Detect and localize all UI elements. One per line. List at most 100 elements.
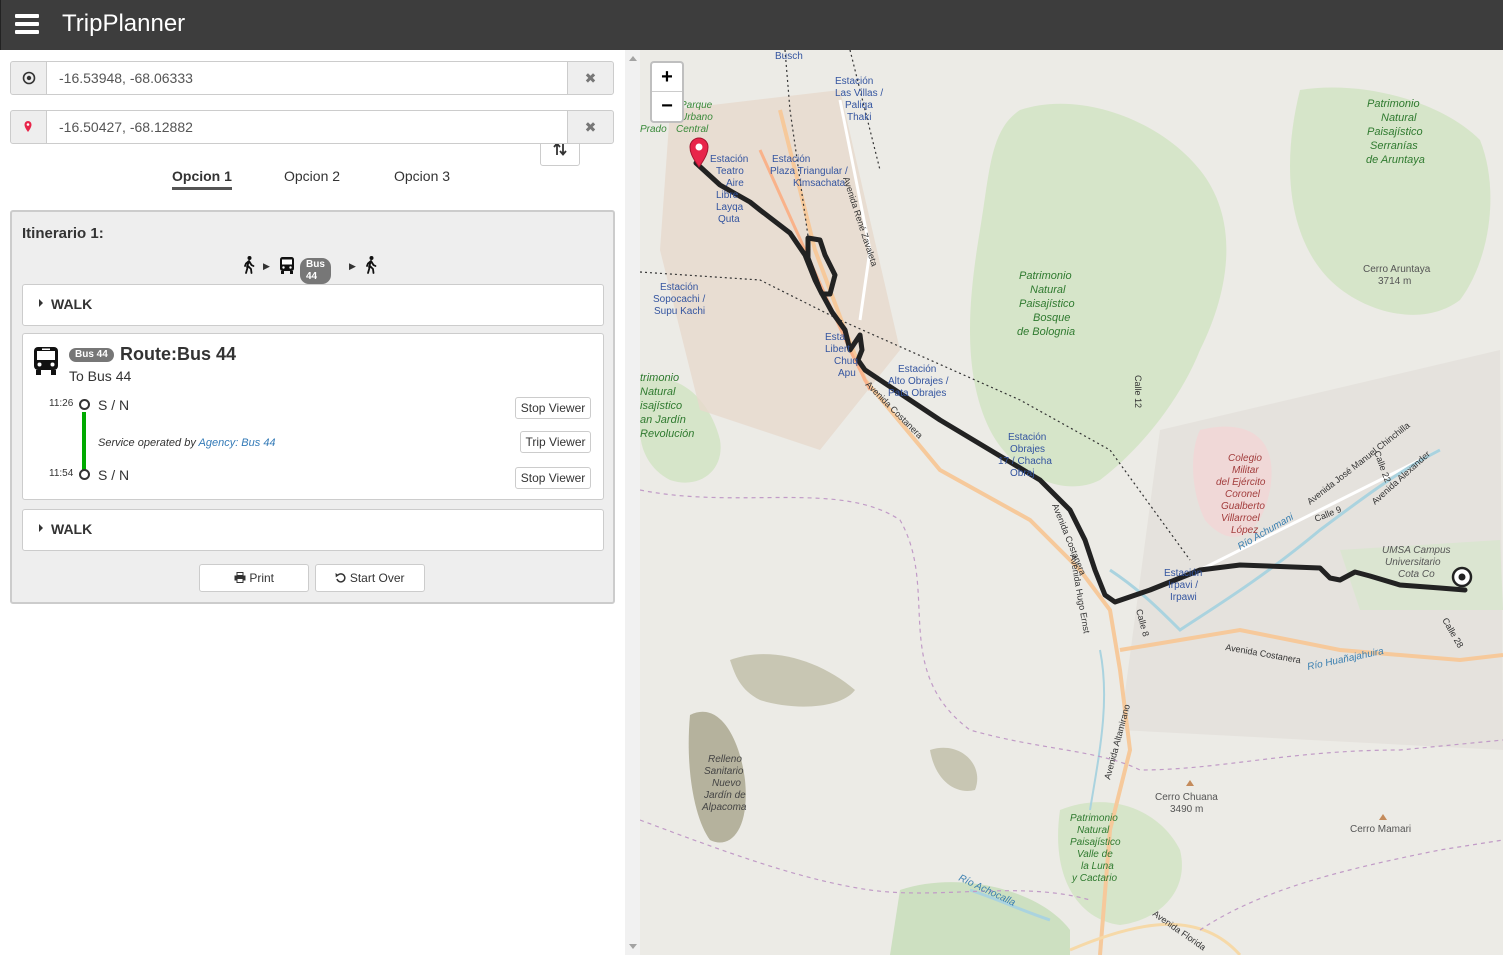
print-button[interactable]: Print (199, 564, 309, 592)
map-label: Estación (710, 154, 748, 165)
map-label: Natural (640, 386, 676, 398)
walk-leg-1[interactable]: WALK (22, 284, 604, 326)
departure-time: 11:26 (49, 398, 74, 409)
map-label: Universitario (1385, 557, 1441, 568)
caret-right-icon (39, 299, 43, 307)
clear-destination-button[interactable]: ✖ (567, 110, 614, 144)
itinerary-panel: Itinerario 1: ▶ Bus 44 ▶ WALK Bus 44 Rou… (10, 210, 615, 604)
map-label: Coronel (1225, 489, 1261, 500)
map-label: y Cactario (1071, 873, 1117, 884)
print-label: Print (249, 571, 275, 585)
itinerary-title: Itinerario 1: (22, 225, 104, 242)
agency-link[interactable]: Agency: Bus 44 (199, 437, 276, 449)
map-label: Nuevo (712, 778, 741, 789)
map-label: Apu (838, 368, 856, 379)
scroll-up-arrow-icon[interactable] (629, 56, 637, 61)
map-label: Obrajes (1010, 444, 1045, 455)
map-label: de Bolognia (1017, 326, 1075, 338)
map-label: Estación (772, 154, 810, 165)
map-label: Irpavi / (1168, 580, 1198, 591)
map-label: Libert (825, 344, 850, 355)
origin-icon (22, 71, 36, 85)
map-label: Calle 12 (1133, 375, 1143, 408)
map[interactable]: Busch Estación Las Villas / Paliqa Thaki… (640, 50, 1503, 955)
map-label: Avenida Hugo Ernst (1068, 554, 1092, 635)
trip-viewer-button[interactable]: Trip Viewer (520, 431, 591, 453)
map-label: 3490 m (1170, 804, 1203, 815)
zoom-out-button[interactable]: − (652, 92, 682, 121)
route-destination: To Bus 44 (69, 368, 132, 384)
walk-leg-2[interactable]: WALK (22, 509, 604, 551)
map-label: Cerro Mamari (1350, 824, 1411, 835)
arrival-time: 11:54 (49, 468, 74, 479)
undo-icon (335, 573, 347, 583)
map-label: Villarroel (1221, 513, 1260, 524)
map-label: UMSA Campus (1382, 545, 1451, 556)
route-line (82, 412, 86, 472)
map-label: Patrimonio (1367, 98, 1420, 110)
map-label: Plaza Triangular / (770, 166, 848, 177)
summary-route-badge: Bus 44 (300, 258, 331, 284)
arrival-stop-name: S / N (98, 467, 130, 483)
map-label: Layqa (716, 202, 744, 213)
destination-marker-icon (24, 121, 32, 132)
map-label: Irpawi (1170, 592, 1197, 603)
zoom-control: + − (650, 61, 684, 123)
map-label: Esta (825, 332, 845, 343)
start-over-button[interactable]: Start Over (315, 564, 425, 592)
scroll-down-arrow-icon[interactable] (629, 944, 637, 949)
map-label: Revolución (640, 428, 694, 440)
zoom-in-button[interactable]: + (652, 63, 682, 92)
map-label: la Luna (1081, 861, 1114, 872)
map-label: Quta (718, 214, 740, 225)
summary-separator-1: ▶ (263, 261, 270, 271)
tab-opcion-1[interactable]: Opcion 1 (172, 168, 232, 190)
map-label: isajístico (640, 400, 682, 412)
map-label: Paisajístico (1070, 837, 1121, 848)
map-label: Gualberto (1221, 501, 1265, 512)
bus-leg: Bus 44 Route:Bus 44 To Bus 44 11:26 S / … (22, 333, 604, 500)
sidebar: ✖ ✖ Opcion 1 Opcion 2 Opcion 3 Itinerari… (0, 50, 625, 955)
map-label: Alpacoma (701, 802, 747, 813)
map-label: Supu Kachi (654, 306, 705, 317)
stop-viewer-button[interactable]: Stop Viewer (515, 467, 591, 489)
menu-icon[interactable] (15, 14, 39, 34)
app-title: TripPlanner (62, 10, 186, 37)
map-label: Relleno (708, 754, 742, 765)
bus-icon (34, 347, 58, 375)
map-label: Sopocachi / (653, 294, 705, 305)
map-label: Valle de (1077, 849, 1113, 860)
tab-opcion-3[interactable]: Opcion 3 (394, 168, 450, 190)
map-label: Serranías (1370, 140, 1418, 152)
map-label: Colegio (1228, 453, 1262, 464)
walk-leg-label: WALK (51, 296, 93, 312)
map-label: Bosque (1033, 312, 1070, 324)
map-label: Militar (1232, 465, 1259, 476)
map-label: Sanitario (704, 766, 744, 777)
map-label: Central (676, 124, 709, 135)
stop-viewer-button[interactable]: Stop Viewer (515, 397, 591, 419)
summary-separator-2: ▶ (349, 261, 356, 271)
departure-stop-name: S / N (98, 397, 130, 413)
map-canvas: Busch Estación Las Villas / Paliqa Thaki… (640, 50, 1503, 955)
tab-opcion-2[interactable]: Opcion 2 (284, 168, 340, 190)
origin-input[interactable] (46, 61, 568, 95)
map-label: del Ejército (1216, 477, 1266, 488)
map-label: Thaki (847, 112, 871, 123)
map-label: Patrimonio (1019, 270, 1072, 282)
map-label: Prado (640, 124, 667, 135)
clear-origin-button[interactable]: ✖ (567, 61, 614, 95)
map-label: Paisajístico (1367, 126, 1423, 138)
sidebar-scrollbar[interactable] (625, 50, 640, 955)
destination-row: ✖ (10, 110, 614, 144)
map-label: Estación (898, 364, 936, 375)
caret-right-icon (39, 524, 43, 532)
map-label: 17 / Chacha (998, 456, 1052, 467)
start-over-label: Start Over (349, 571, 405, 585)
map-label: Natural (1381, 112, 1417, 124)
destination-input[interactable] (46, 110, 568, 144)
map-label: Paliqa (845, 100, 873, 111)
print-icon (234, 572, 246, 583)
route-badge: Bus 44 (69, 348, 114, 362)
map-label: de Aruntaya (1366, 154, 1425, 166)
